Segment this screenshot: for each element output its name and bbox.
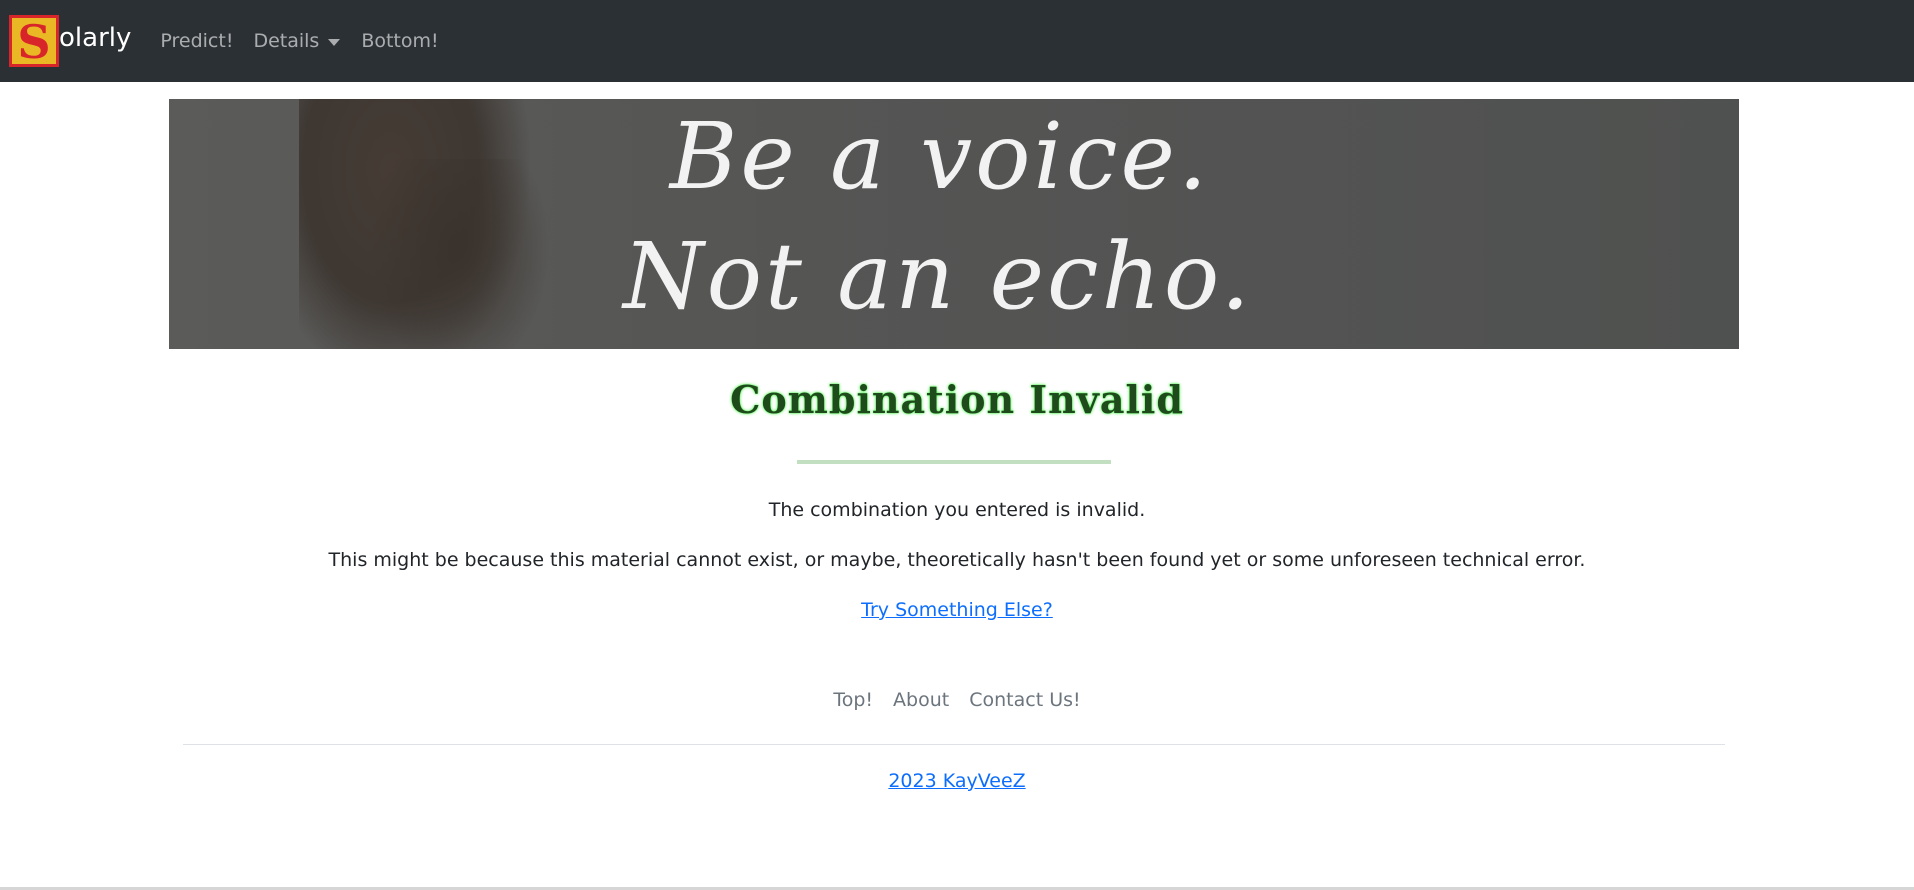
banner-quote-line2: Not an echo.	[623, 223, 1253, 330]
footer-nav: Top! About Contact Us!	[0, 689, 1914, 711]
brand-logo: S	[9, 15, 59, 67]
error-explanation: This might be because this material cann…	[328, 549, 1586, 571]
brand-logo-letter: S	[17, 15, 51, 69]
banner-quote-line1: Be a voice.	[669, 103, 1211, 210]
brand-name: olarly	[59, 23, 132, 53]
footer-top-link[interactable]: Top!	[833, 689, 873, 711]
caret-down-icon	[328, 38, 341, 46]
top-navbar: S olarly Predict! Details Bottom!	[0, 0, 1914, 82]
error-message: The combination you entered is invalid.	[768, 499, 1146, 521]
hero-banner-image: Be a voice. Not an echo.	[169, 99, 1739, 349]
copyright-link[interactable]: 2023 KayVeeZ	[888, 770, 1025, 792]
try-again-container: Try Something Else?	[0, 599, 1914, 621]
footer-about-link[interactable]: About	[893, 689, 949, 711]
page-title: Combination Invalid	[730, 377, 1184, 422]
copyright-container: 2023 KayVeeZ	[0, 770, 1914, 792]
nav-details-dropdown[interactable]: Details	[253, 30, 341, 52]
nav-predict-link[interactable]: Predict!	[160, 30, 233, 52]
try-something-else-link[interactable]: Try Something Else?	[861, 599, 1053, 621]
footer-contact-link[interactable]: Contact Us!	[969, 689, 1080, 711]
nav-bottom-link[interactable]: Bottom!	[361, 30, 438, 52]
nav-details-label: Details	[253, 30, 320, 52]
title-divider	[797, 460, 1111, 464]
brand-home-link[interactable]: S olarly	[9, 15, 131, 67]
footer-divider	[183, 744, 1725, 745]
